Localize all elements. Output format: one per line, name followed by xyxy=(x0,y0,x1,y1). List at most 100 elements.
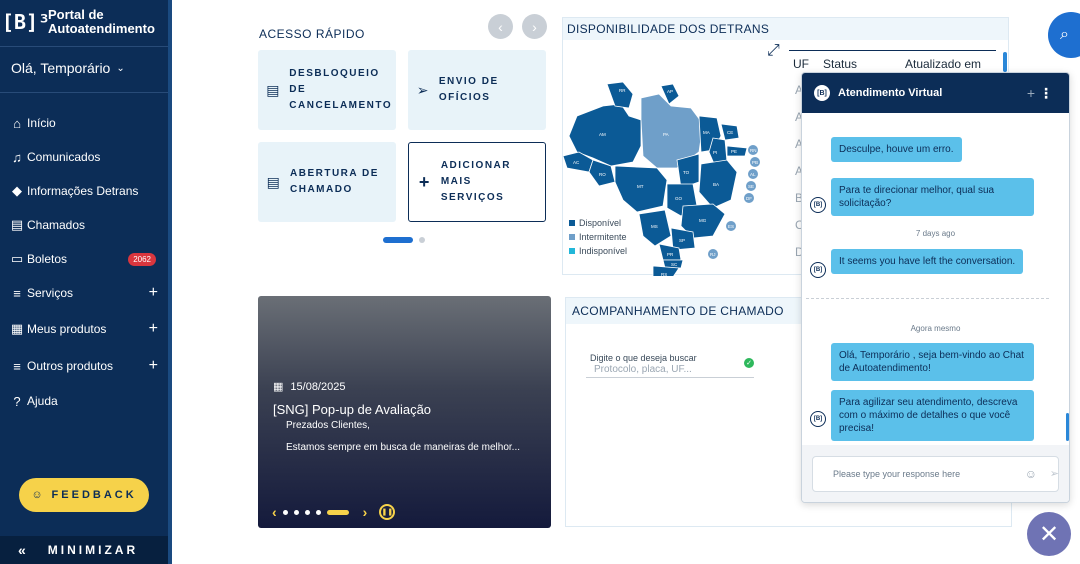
carousel-prev-icon[interactable]: ‹ xyxy=(272,504,277,520)
carousel-dot-active[interactable] xyxy=(326,509,349,515)
state-label: SC xyxy=(671,262,678,267)
tracking-search-input[interactable]: Protocolo, placa, UF... xyxy=(586,362,754,378)
menu-lines-icon: ≡ xyxy=(13,285,21,301)
legend-item: Intermitente xyxy=(569,230,627,244)
column-status[interactable]: Status xyxy=(823,57,905,71)
chat-widget: [B] Atendimento Virtual + ⋮ Desculpe, ho… xyxy=(801,72,1070,503)
state-label: AM xyxy=(599,132,606,137)
state-label: ES xyxy=(728,224,734,229)
brand-title: Portal de Autoatendimento xyxy=(48,7,155,36)
quick-card-abertura-chamado[interactable]: ▤ ABERTURA DE CHAMADO xyxy=(258,142,396,222)
news-title: [SNG] Pop-up de Avaliação xyxy=(273,402,432,417)
table-scrollbar[interactable] xyxy=(1003,52,1007,72)
state-label: AC xyxy=(573,160,580,165)
user-menu[interactable]: Olá, Temporário ⌄ xyxy=(11,60,125,76)
carousel-controls: ‹ › ❚❚ xyxy=(272,504,396,520)
pause-icon[interactable]: ❚❚ xyxy=(379,504,396,520)
sidebar-item-chamados[interactable]: ▤ Chamados xyxy=(0,208,168,242)
carousel-dot[interactable] xyxy=(315,509,321,515)
state-label: MA xyxy=(703,130,710,135)
news-subtitle: Prezados Clientes, xyxy=(286,420,370,431)
brand-logo: [B]³ xyxy=(1,10,51,34)
grid-icon: ▦ xyxy=(10,321,24,336)
minimize-button[interactable]: « MINIMIZAR xyxy=(0,536,168,564)
state-label: TO xyxy=(683,170,690,175)
state-rr[interactable] xyxy=(606,81,634,109)
state-label: PB xyxy=(752,160,758,165)
bot-avatar-icon: [B] xyxy=(810,197,826,213)
pagination-dot[interactable] xyxy=(419,237,425,243)
send-icon[interactable]: ➢ xyxy=(1050,467,1059,480)
bot-avatar-icon: [B] xyxy=(814,85,830,101)
expand-plus-icon[interactable]: + xyxy=(149,284,158,302)
state-label: AL xyxy=(750,172,756,177)
legend-item: Indisponível xyxy=(569,244,627,258)
legend-swatch xyxy=(569,234,575,240)
column-uf[interactable]: UF xyxy=(789,57,823,71)
car-icon: ◆ xyxy=(12,183,22,198)
brand[interactable]: [B]³ Portal de Autoatendimento xyxy=(1,7,155,36)
column-updated[interactable]: Atualizado em xyxy=(905,57,981,71)
expand-plus-icon[interactable]: + xyxy=(149,357,158,375)
state-label: MT xyxy=(637,184,644,189)
calendar-icon: ▦ xyxy=(273,381,284,393)
expand-plus-icon[interactable]: + xyxy=(149,320,158,338)
chat-message-input[interactable]: Please type your response here xyxy=(812,456,1059,492)
smile-icon: ☺ xyxy=(31,489,46,501)
sidebar-item-servicos[interactable]: ≡ Serviços + xyxy=(0,276,168,310)
chat-composer: Please type your response here ☺ ➢ xyxy=(802,445,1069,502)
chevron-down-icon: ⌄ xyxy=(116,62,125,74)
sidebar: [B]³ Portal de Autoatendimento Olá, Temp… xyxy=(0,0,168,564)
quick-card-adicionar-servicos[interactable]: + ADICIONAR MAIS SERVIÇOS xyxy=(408,142,546,222)
bot-message: It seems you have left the conversation. xyxy=(831,249,1024,274)
state-label: SP xyxy=(679,238,685,243)
sidebar-item-ajuda[interactable]: ? Ajuda xyxy=(0,384,168,418)
close-chat-button[interactable]: ✕ xyxy=(1027,512,1071,556)
home-icon: ⌂ xyxy=(13,115,21,131)
chat-timestamp: Agora mesmo xyxy=(910,324,961,333)
news-carousel[interactable]: ▦ 15/08/2025 [SNG] Pop-up de Avaliação P… xyxy=(258,296,551,528)
state-label: PA xyxy=(663,132,669,137)
quick-access-next-button[interactable]: › xyxy=(522,14,547,39)
quick-card-desbloqueio[interactable]: ▤ DESBLOQUEIO DE CANCELAMENTO xyxy=(258,50,396,130)
sidebar-item-inicio[interactable]: ⌂ Início xyxy=(0,106,168,140)
sidebar-item-comunicados[interactable]: ♫ Comunicados xyxy=(0,140,168,174)
quick-card-envio-oficios[interactable]: ➢ ENVIO DE OFÍCIOS xyxy=(408,50,546,130)
state-label: GO xyxy=(675,196,683,201)
pagination-dot-active[interactable] xyxy=(383,237,413,243)
message-icon: ▤ xyxy=(266,82,282,98)
send-icon: ➢ xyxy=(416,82,431,98)
sidebar-item-informacoes-detrans[interactable]: ◆ Informações Detrans xyxy=(0,174,168,208)
state-label: RO xyxy=(599,172,606,177)
sidebar-item-outros-produtos[interactable]: ≡ Outros produtos + xyxy=(0,348,168,384)
quick-access-pagination xyxy=(383,237,425,243)
main-nav: ⌂ Início ♫ Comunicados ◆ Informações Det… xyxy=(0,106,168,418)
emoji-icon[interactable]: ☺ xyxy=(1025,467,1037,481)
chat-scrollbar[interactable] xyxy=(1066,413,1069,441)
chat-timestamp: 7 days ago xyxy=(915,229,956,238)
more-vertical-icon[interactable]: ⋮ xyxy=(1039,85,1053,102)
bot-message: Para te direcionar melhor, qual sua soli… xyxy=(831,178,1034,216)
sidebar-item-boletos[interactable]: ▭ Boletos 2062 xyxy=(0,242,168,276)
carousel-next-icon[interactable]: › xyxy=(363,504,368,520)
search-button[interactable]: ⌕ xyxy=(1048,12,1080,58)
chevron-right-icon: › xyxy=(532,18,537,35)
state-label: BA xyxy=(713,182,719,187)
carousel-dot[interactable] xyxy=(282,509,288,515)
chat-separator xyxy=(806,298,1049,299)
feedback-button[interactable]: ☺ FEEDBACK xyxy=(19,478,149,512)
quick-access-prev-button[interactable]: ‹ xyxy=(488,14,513,39)
help-icon: ? xyxy=(13,393,21,409)
carousel-dot[interactable] xyxy=(293,509,299,515)
expand-icon[interactable]: ⤢ xyxy=(767,42,780,60)
state-label: MG xyxy=(699,218,707,223)
divider xyxy=(0,92,168,93)
invoice-icon: ▭ xyxy=(10,251,24,266)
plus-icon[interactable]: + xyxy=(1027,85,1035,101)
sidebar-item-meus-produtos[interactable]: ▦ Meus produtos + xyxy=(0,310,168,348)
chat-title: Atendimento Virtual xyxy=(838,87,943,99)
state-label: RS xyxy=(661,272,667,276)
legend-swatch xyxy=(569,248,575,254)
carousel-dot[interactable] xyxy=(304,509,310,515)
state-mt[interactable] xyxy=(614,165,668,213)
